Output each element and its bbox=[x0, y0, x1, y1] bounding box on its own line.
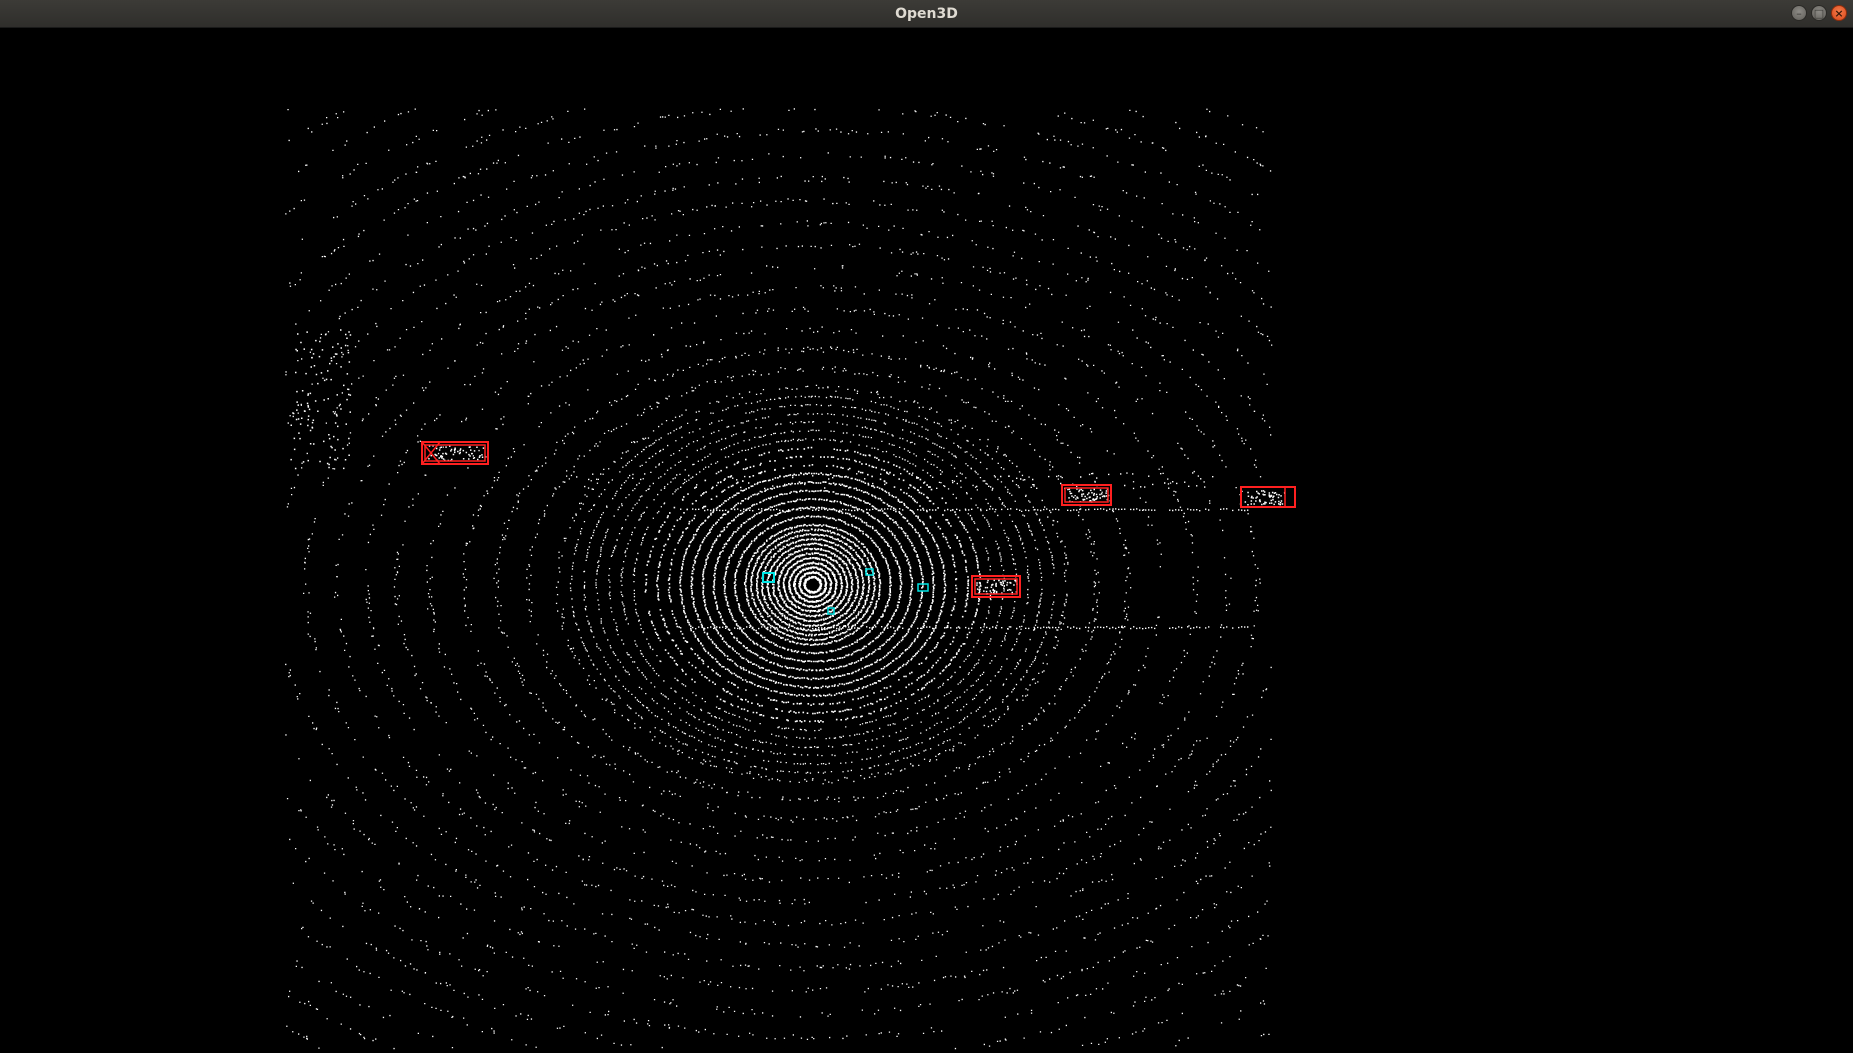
maximize-button[interactable]: □ bbox=[1811, 5, 1827, 21]
point-cloud bbox=[285, 108, 1286, 1050]
point-cloud-canvas[interactable] bbox=[0, 28, 1853, 1053]
window-title: Open3D bbox=[895, 6, 958, 22]
title-bar[interactable]: Open3D – □ × bbox=[0, 0, 1853, 28]
open3d-window: Open3D – □ × bbox=[0, 0, 1853, 1053]
maximize-icon: □ bbox=[1813, 6, 1825, 20]
minimize-icon: – bbox=[1796, 6, 1802, 20]
minimize-button[interactable]: – bbox=[1791, 5, 1807, 21]
window-controls: – □ × bbox=[1791, 5, 1847, 23]
close-icon: × bbox=[1834, 6, 1844, 20]
lidar-points bbox=[285, 108, 1286, 1050]
vehicle-box bbox=[1061, 484, 1112, 506]
3d-viewport[interactable] bbox=[0, 28, 1853, 1053]
close-button[interactable]: × bbox=[1831, 5, 1847, 21]
